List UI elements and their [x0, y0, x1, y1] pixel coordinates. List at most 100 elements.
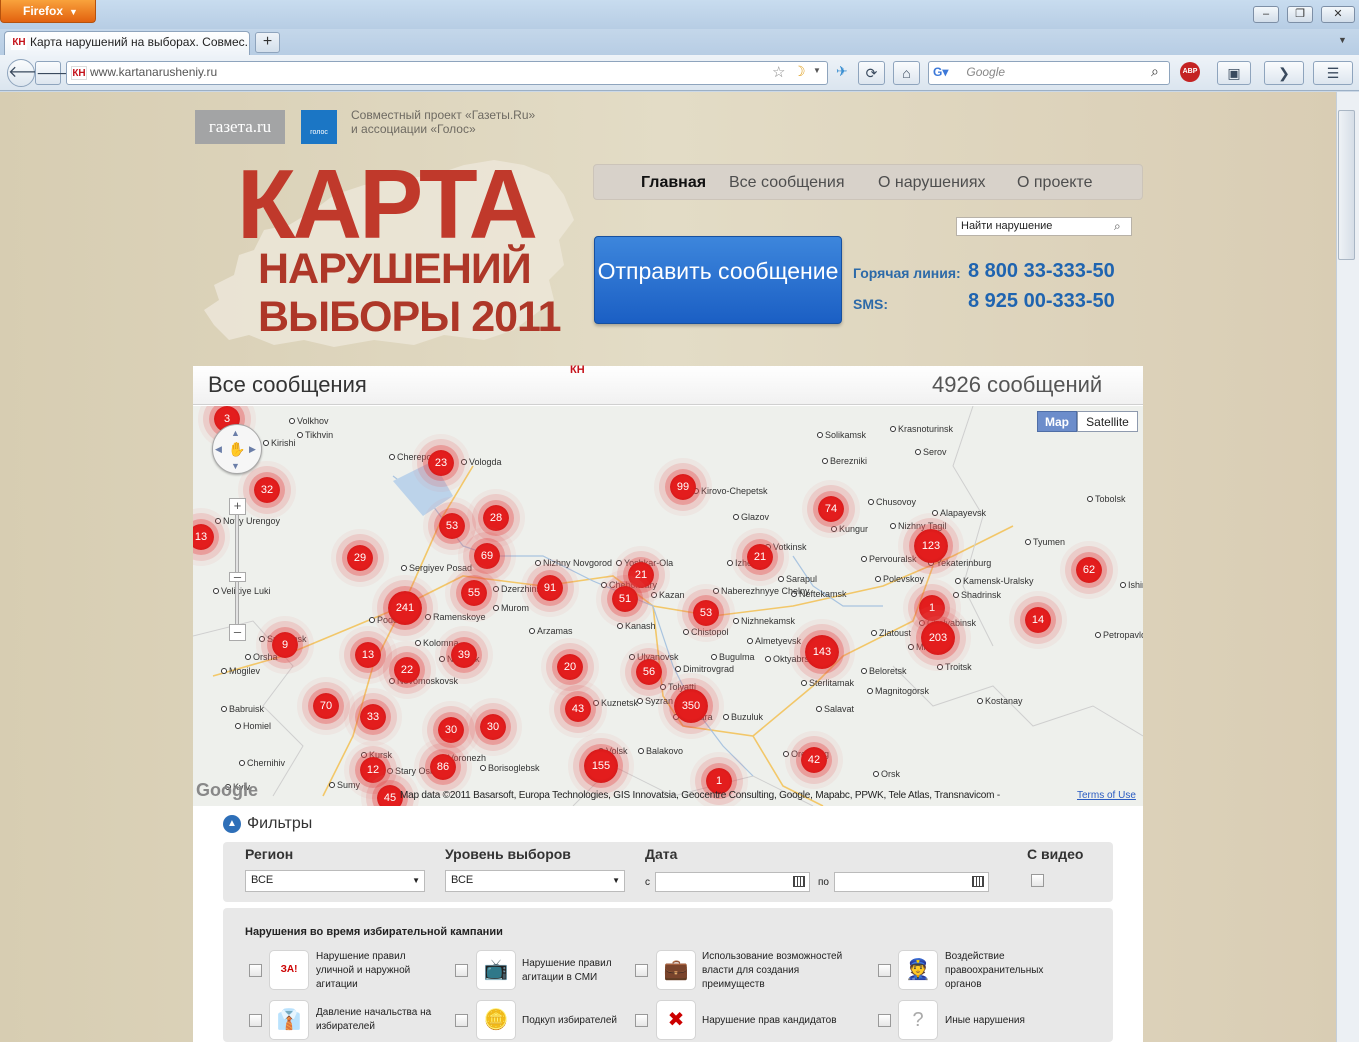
category-checkbox[interactable] [249, 1014, 262, 1027]
violation-cluster[interactable]: 74 [818, 496, 844, 522]
map-type-map-button[interactable]: Map [1037, 411, 1077, 432]
zoom-out-button[interactable]: – [229, 624, 246, 641]
violation-cluster[interactable]: 23 [428, 450, 454, 476]
violation-cluster[interactable]: 9 [272, 632, 298, 658]
reload-button[interactable]: ⟳ [858, 61, 885, 85]
menu-item-home[interactable]: Главная [641, 174, 706, 192]
zoom-handle[interactable]: – [229, 570, 246, 583]
bookmark-star-icon[interactable]: ☆ [772, 63, 785, 81]
send-message-button[interactable]: Отправить сообщение [594, 236, 842, 324]
golos-logo[interactable]: голос [301, 110, 337, 144]
url-dropdown-icon[interactable]: ▼ [813, 66, 821, 75]
feed-icon[interactable]: ☽ [793, 63, 806, 80]
violation-cluster[interactable]: 99 [670, 474, 696, 500]
violation-cluster[interactable]: 70 [313, 693, 339, 719]
violation-cluster[interactable]: 30 [438, 717, 464, 743]
violation-cluster[interactable]: 29 [347, 545, 373, 571]
scrollbar-thumb[interactable] [1338, 110, 1355, 260]
maximize-button[interactable]: ❐ [1287, 6, 1313, 23]
search-icon[interactable]: ⌕ [1151, 63, 1159, 80]
close-window-button[interactable]: ✕ [1321, 6, 1355, 23]
more-tools-button[interactable]: ❯ [1264, 61, 1304, 85]
violation-cluster[interactable]: 1 [919, 595, 945, 621]
violation-cluster[interactable]: 123 [914, 529, 948, 563]
pan-down-icon[interactable]: ▼ [231, 461, 240, 471]
search-bar[interactable]: G▾ Google [928, 61, 1170, 85]
minimize-button[interactable]: – [1253, 6, 1279, 23]
category-checkbox[interactable] [878, 1014, 891, 1027]
violation-cluster[interactable]: 21 [747, 544, 773, 570]
pan-left-icon[interactable]: ◀ [215, 444, 222, 455]
pan-up-icon[interactable]: ▲ [231, 428, 240, 438]
violation-cluster[interactable]: 14 [1025, 607, 1051, 633]
zoom-slider[interactable] [235, 500, 239, 630]
violation-cluster[interactable]: 30 [480, 714, 506, 740]
date-from-input[interactable] [655, 872, 810, 892]
category-checkbox[interactable] [635, 964, 648, 977]
search-icon[interactable]: ⌕ [1114, 219, 1121, 234]
adblock-icon[interactable]: ABP [1180, 62, 1200, 82]
election-level-select[interactable]: ВСЕ ▼ [445, 870, 625, 892]
category-checkbox[interactable] [455, 964, 468, 977]
violation-cluster[interactable]: 12 [360, 757, 386, 783]
tab-list-icon[interactable]: ▼ [1338, 35, 1347, 45]
gazeta-logo[interactable]: газета.ru [195, 110, 285, 144]
violations-map[interactable]: Volkhov Tikhvin Kirishi Cherepovets Volo… [193, 406, 1143, 806]
menu-item-about-violations[interactable]: О нарушениях [878, 174, 986, 192]
find-violation-input[interactable]: Найти нарушение [956, 217, 1132, 236]
violation-cluster[interactable]: 43 [565, 696, 591, 722]
violation-cluster[interactable]: 241 [388, 591, 422, 625]
extension-icon[interactable]: ✈ [836, 63, 848, 80]
calendar-icon[interactable] [793, 876, 805, 887]
violation-cluster[interactable]: 39 [451, 642, 477, 668]
region-select[interactable]: ВСЕ ▼ [245, 870, 425, 892]
filters-title[interactable]: Фильтры [247, 815, 312, 833]
violation-cluster[interactable]: 62 [1076, 557, 1102, 583]
category-checkbox[interactable] [635, 1014, 648, 1027]
video-checkbox[interactable] [1031, 874, 1044, 887]
screenshot-button[interactable]: ▣ [1217, 61, 1251, 85]
category-checkbox[interactable] [878, 964, 891, 977]
home-button[interactable]: ⌂ [893, 61, 920, 85]
violation-cluster[interactable]: 33 [360, 704, 386, 730]
violation-cluster[interactable]: 69 [474, 543, 500, 569]
menu-button[interactable]: ☰ [1313, 61, 1353, 85]
menu-item-about-project[interactable]: О проекте [1017, 174, 1092, 192]
category-checkbox[interactable] [249, 964, 262, 977]
violation-cluster[interactable]: 22 [394, 657, 420, 683]
logo-title[interactable]: КАРТА [237, 155, 538, 253]
violation-cluster[interactable]: 51 [612, 586, 638, 612]
pan-right-icon[interactable]: ▶ [249, 444, 256, 455]
date-to-input[interactable] [834, 872, 989, 892]
violation-cluster[interactable]: 42 [801, 747, 827, 773]
violation-cluster[interactable]: 143 [805, 635, 839, 669]
violation-cluster[interactable]: 91 [537, 575, 563, 601]
calendar-icon[interactable] [972, 876, 984, 887]
violation-cluster[interactable]: 21 [628, 562, 654, 588]
violation-cluster[interactable]: 350 [674, 689, 708, 723]
firefox-menu-button[interactable]: Firefox ▼ [0, 0, 96, 23]
category-checkbox[interactable] [455, 1014, 468, 1027]
collapse-filters-icon[interactable]: ▲ [223, 815, 241, 833]
zoom-in-button[interactable]: + [229, 498, 246, 515]
new-tab-button[interactable]: + [255, 32, 280, 53]
menu-item-all-messages[interactable]: Все сообщения [729, 174, 844, 192]
violation-cluster[interactable]: 28 [483, 505, 509, 531]
terms-of-use-link[interactable]: Terms of Use [1077, 790, 1136, 801]
back-button[interactable]: 🡐 [7, 59, 51, 87]
violation-cluster[interactable]: 55 [461, 580, 487, 606]
browser-tab[interactable]: КН Карта нарушений на выборах. Совмес... [4, 31, 250, 56]
violation-cluster[interactable]: 155 [584, 749, 618, 783]
forward-button[interactable]: 🡒 [35, 61, 74, 85]
violation-cluster[interactable]: 32 [254, 477, 280, 503]
violation-cluster[interactable]: 203 [921, 621, 955, 655]
violation-cluster[interactable]: 56 [636, 659, 662, 685]
violation-cluster[interactable]: 53 [693, 600, 719, 626]
google-logo[interactable]: Google [196, 780, 258, 801]
url-bar[interactable]: КН www.kartanarusheniy.ru [66, 61, 828, 85]
violation-cluster[interactable]: 20 [557, 654, 583, 680]
violation-cluster[interactable]: 53 [439, 513, 465, 539]
violation-cluster[interactable]: 86 [430, 754, 456, 780]
violation-cluster[interactable]: 13 [355, 642, 381, 668]
map-type-satellite-button[interactable]: Satellite [1077, 411, 1138, 432]
